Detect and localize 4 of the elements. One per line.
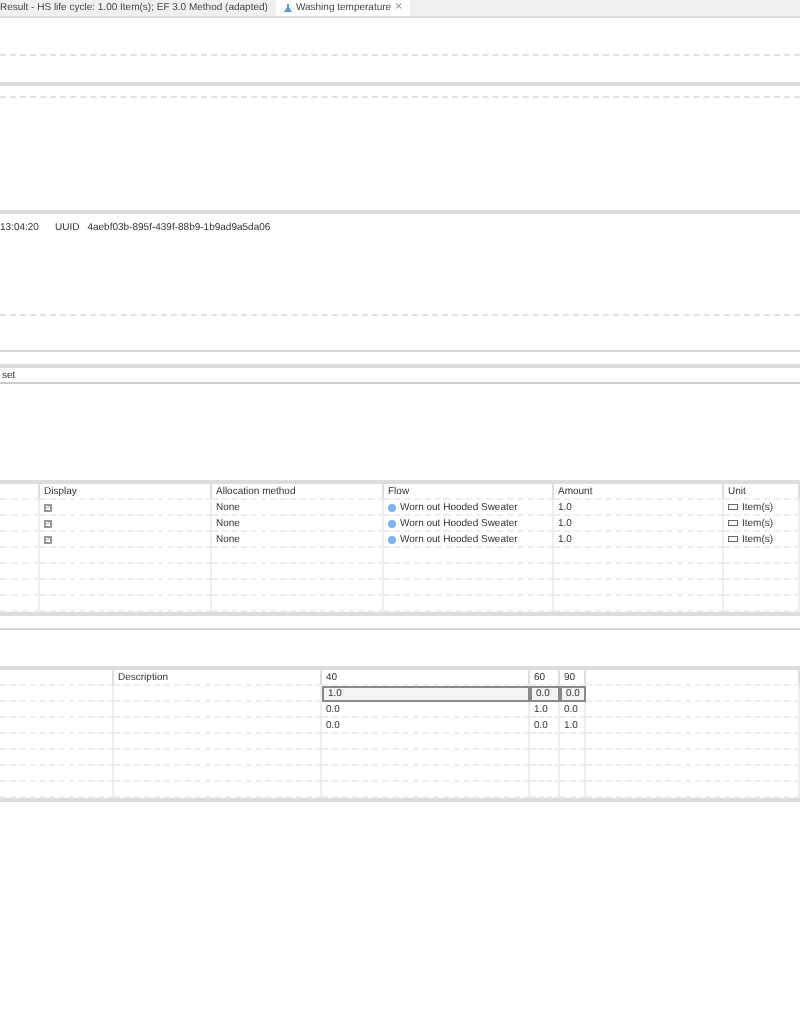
flask-icon: [283, 4, 292, 12]
checkbox[interactable]: [44, 519, 52, 527]
checkbox[interactable]: [44, 503, 52, 511]
checkbox[interactable]: [44, 535, 52, 543]
